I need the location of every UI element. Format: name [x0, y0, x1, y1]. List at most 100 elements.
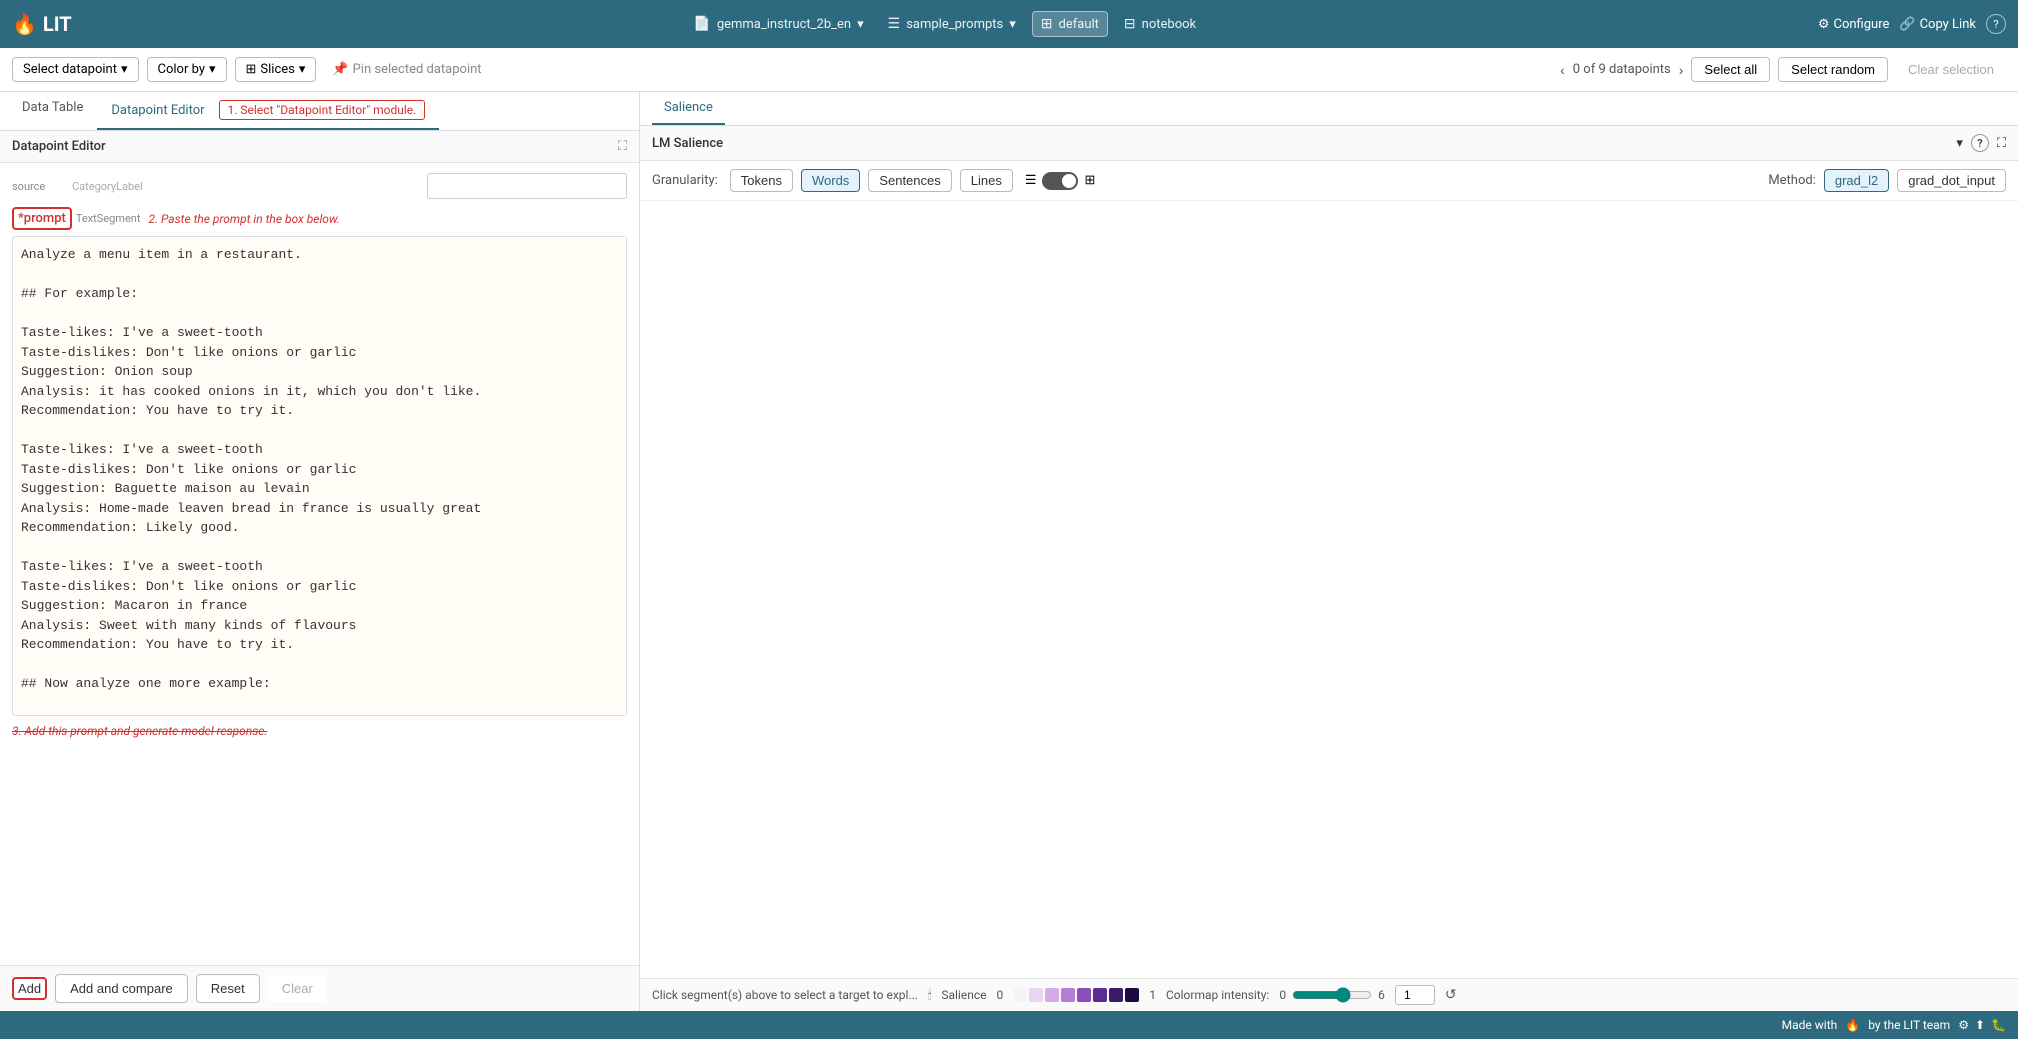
slices-icon: ⊞	[246, 62, 257, 77]
view-icons: ☰ ⊞	[1025, 172, 1096, 190]
tab-datapoint-editor[interactable]: Datapoint Editor 1. Select "Datapoint Ed…	[97, 92, 439, 130]
settings-icon[interactable]: ⚙	[1958, 1018, 1969, 1032]
footer-flame: 🔥	[1845, 1018, 1860, 1032]
copy-link-button[interactable]: 🔗 Copy Link	[1899, 17, 1976, 32]
main-content: Data Table Datapoint Editor 1. Select "D…	[0, 92, 2018, 1011]
pin-label: Pin selected datapoint	[353, 62, 482, 77]
configure-button[interactable]: ⚙ Configure	[1818, 17, 1890, 32]
intensity-max-label: 6	[1378, 988, 1385, 1002]
color-by-label: Color by	[158, 62, 205, 77]
next-datapoint-button[interactable]: ›	[1679, 62, 1684, 78]
slices-label: Slices	[260, 62, 294, 77]
help-button[interactable]: ?	[1986, 14, 2006, 34]
gran-sentences-button[interactable]: Sentences	[868, 169, 951, 192]
colormap-box	[1077, 988, 1091, 1002]
colormap-box	[1013, 988, 1027, 1002]
flame-icon: 🔥	[12, 12, 37, 36]
model-selector[interactable]: 📄 gemma_instruct_2b_en ▾	[685, 12, 871, 36]
salience-min: 0	[996, 988, 1003, 1002]
expand-icon[interactable]: ⛶	[618, 139, 627, 154]
granularity-label: Granularity:	[652, 173, 718, 188]
salience-max: 1	[1149, 988, 1156, 1002]
module-header: Datapoint Editor ⛶	[0, 131, 639, 163]
tab-salience[interactable]: Salience	[652, 92, 725, 125]
prompt-annotation: 2. Paste the prompt in the box below.	[148, 212, 340, 226]
method-label: Method:	[1768, 173, 1816, 188]
dropdown-icon[interactable]: ▾	[1956, 136, 1963, 151]
expand-salience-icon[interactable]: ⛶	[1997, 136, 2006, 151]
slices-button[interactable]: ⊞ Slices ▾	[235, 57, 317, 82]
action-bar: Add Add and compare Reset Clear	[0, 965, 639, 1011]
pin-icon: 📌	[332, 62, 348, 77]
reset-button[interactable]: Reset	[196, 974, 260, 1003]
select-random-button[interactable]: Select random	[1778, 57, 1888, 82]
slices-chevron: ▾	[299, 62, 306, 77]
colormap-boxes	[1013, 988, 1139, 1002]
link-icon: 🔗	[1899, 17, 1915, 32]
datapoints-info: 0 of 9 datapoints	[1573, 62, 1671, 77]
datapoints-nav: ‹ 0 of 9 datapoints ›	[1560, 62, 1683, 78]
nav-center: 📄 gemma_instruct_2b_en ▾ ☰ sample_prompt…	[84, 11, 1806, 37]
select-datapoint-button[interactable]: Select datapoint ▾	[12, 57, 139, 82]
toggle-icon[interactable]	[1042, 172, 1078, 190]
gear-icon: ⚙	[1818, 17, 1830, 32]
layout-notebook-label: notebook	[1142, 17, 1196, 32]
datapoint-editor-panel: Datapoint Editor ⛶ source CategoryLabel …	[0, 131, 639, 1011]
model-chevron: ▾	[857, 17, 864, 32]
prompt-label: *prompt	[12, 207, 72, 230]
info-icon[interactable]: ?	[1971, 134, 1989, 152]
page-footer: Made with 🔥 by the LIT team ⚙ ⬆ 🐛	[0, 1011, 2018, 1039]
right-panel: Salience LM Salience ▾ ? ⛶ Granularity: …	[640, 92, 2018, 1011]
share-icon[interactable]: ⬆	[1975, 1018, 1985, 1032]
colormap-slider[interactable]	[1292, 987, 1372, 1003]
method-grad-l2-button[interactable]: grad_l2	[1824, 169, 1889, 192]
colormap-box	[1061, 988, 1075, 1002]
model-name: gemma_instruct_2b_en	[717, 17, 851, 32]
select-datapoint-chevron: ▾	[121, 62, 128, 77]
refresh-button[interactable]: ↺	[1445, 987, 1457, 1003]
bug-icon[interactable]: 🐛	[1991, 1018, 2006, 1032]
gran-words-button[interactable]: Words	[801, 169, 860, 192]
source-type: CategoryLabel	[72, 180, 143, 193]
prompt-type: TextSegment	[76, 212, 141, 225]
right-tabs: Salience	[640, 92, 2018, 126]
list-icon[interactable]: ☰	[1025, 173, 1037, 188]
colormap-intensity-label: Colormap intensity:	[1166, 988, 1269, 1002]
add-button[interactable]: Add	[12, 977, 47, 1000]
layout-default[interactable]: ⊞ default	[1032, 11, 1108, 37]
colormap-box	[1093, 988, 1107, 1002]
clear-button[interactable]: Clear	[268, 975, 327, 1002]
method-grad-dot-button[interactable]: grad_dot_input	[1897, 169, 2006, 192]
app-logo: 🔥 LIT	[12, 12, 72, 36]
method-row: Method: grad_l2 grad_dot_input	[1768, 169, 2006, 192]
tab-data-table[interactable]: Data Table	[8, 92, 97, 130]
color-by-button[interactable]: Color by ▾	[147, 57, 227, 82]
layout-notebook[interactable]: ⊟ notebook	[1116, 12, 1204, 36]
intensity-min-label: 0	[1279, 988, 1286, 1002]
colormap-box	[1109, 988, 1123, 1002]
gran-tokens-button[interactable]: Tokens	[730, 169, 793, 192]
prompt-textarea[interactable]	[12, 236, 627, 716]
intensity-input[interactable]	[1395, 985, 1435, 1005]
dataset-selector[interactable]: ☰ sample_prompts ▾	[880, 12, 1024, 36]
dataset-name: sample_prompts	[906, 17, 1003, 32]
copy-link-label: Copy Link	[1920, 17, 1976, 32]
source-input[interactable]	[427, 173, 627, 199]
prev-datapoint-button[interactable]: ‹	[1560, 62, 1565, 78]
add-compare-button[interactable]: Add and compare	[55, 974, 188, 1003]
gran-lines-button[interactable]: Lines	[960, 169, 1013, 192]
dataset-chevron: ▾	[1009, 17, 1016, 32]
grid-icon[interactable]: ⊞	[1084, 173, 1095, 188]
toolbar: Select datapoint ▾ Color by ▾ ⊞ Slices ▾…	[0, 48, 2018, 92]
select-datapoint-label: Select datapoint	[23, 62, 117, 77]
tab-annotation: 1. Select "Datapoint Editor" module.	[219, 100, 426, 120]
footer-by: by the LIT team	[1868, 1018, 1950, 1032]
footer-text: Made with	[1782, 1018, 1838, 1032]
salience-hint: Click segment(s) above to select a targe…	[652, 988, 918, 1002]
clear-selection-button[interactable]: Clear selection	[1896, 58, 2006, 81]
salience-footer: Click segment(s) above to select a targe…	[640, 978, 2018, 1011]
salience-title: LM Salience	[652, 136, 723, 151]
top-nav: 🔥 LIT 📄 gemma_instruct_2b_en ▾ ☰ sample_…	[0, 0, 2018, 48]
footer-annotation: 3. Add this prompt and generate model re…	[12, 724, 627, 738]
select-all-button[interactable]: Select all	[1691, 57, 1770, 82]
